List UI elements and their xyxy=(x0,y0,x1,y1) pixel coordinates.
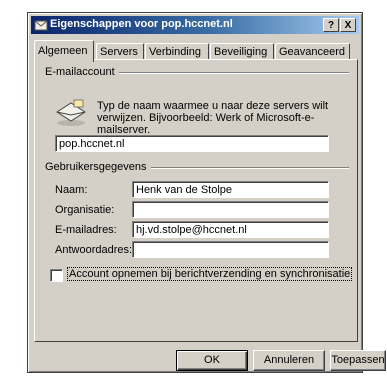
email-account-group-label: E-mailaccount xyxy=(45,66,119,78)
help-button[interactable]: ? xyxy=(323,18,339,32)
close-button[interactable]: X xyxy=(340,18,356,32)
title-bar[interactable]: Eigenschappen voor pop.hccnet.nl ? X xyxy=(31,16,359,34)
include-account-checkbox[interactable] xyxy=(50,269,63,282)
email-address-input[interactable]: hj.vd.stolpe@hccnet.nl xyxy=(132,221,329,238)
group-divider xyxy=(149,167,349,169)
group-divider xyxy=(115,72,349,74)
include-account-label[interactable]: Account opnemen bij berichtverzending en… xyxy=(66,267,353,281)
apply-button[interactable]: Toepassen xyxy=(330,350,386,371)
user-info-group-label: Gebruikersgegevens xyxy=(45,161,151,173)
tab-algemeen[interactable]: Algemeen xyxy=(34,40,94,62)
reply-address-label: Antwoordadres: xyxy=(55,244,133,256)
envelope-icon xyxy=(56,99,86,126)
name-label: Naam: xyxy=(55,184,88,196)
tab-strip: Algemeen Servers Verbinding Beveiliging … xyxy=(34,40,356,62)
account-name-input[interactable]: pop.hccnet.nl xyxy=(55,135,329,152)
reply-address-input[interactable] xyxy=(132,241,329,258)
general-tab-panel: E-mailaccount Typ de naam waarmee u naar… xyxy=(34,59,358,342)
window-title: Eigenschappen voor pop.hccnet.nl xyxy=(50,18,233,30)
mail-account-icon xyxy=(34,20,48,31)
cancel-button[interactable]: Annuleren xyxy=(253,350,325,371)
properties-dialog: Eigenschappen voor pop.hccnet.nl ? X Alg… xyxy=(27,12,386,373)
organization-input[interactable] xyxy=(132,201,329,218)
account-description: Typ de naam waarmee u naar deze servers … xyxy=(97,100,329,136)
organization-label: Organisatie: xyxy=(55,204,115,216)
name-input[interactable]: Henk van de Stolpe xyxy=(132,181,329,198)
email-address-label: E-mailadres: xyxy=(55,224,117,236)
ok-button[interactable]: OK xyxy=(176,350,248,371)
